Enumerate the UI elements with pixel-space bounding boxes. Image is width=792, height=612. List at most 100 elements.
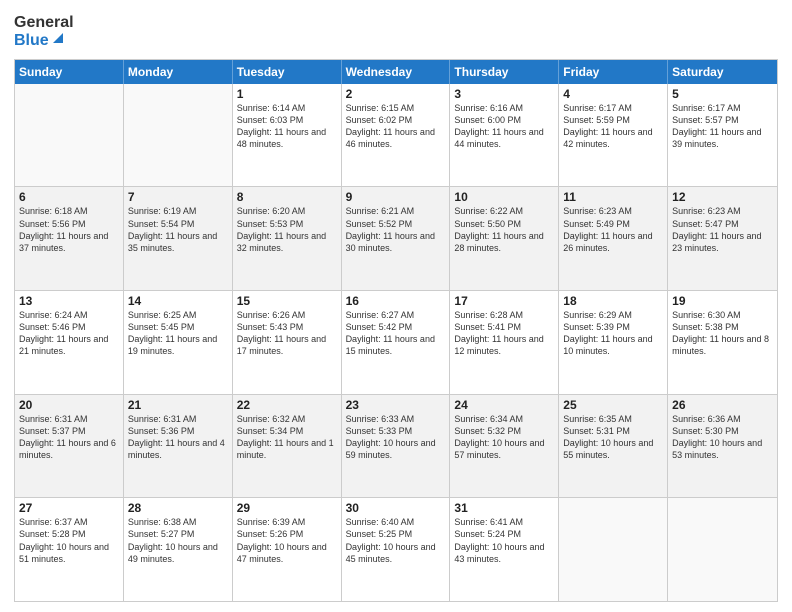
calendar-row-2: 6Sunrise: 6:18 AM Sunset: 5:56 PM Daylig… bbox=[15, 187, 777, 291]
day-number: 25 bbox=[563, 398, 663, 412]
weekday-header-tuesday: Tuesday bbox=[233, 60, 342, 84]
cell-info: Sunrise: 6:35 AM Sunset: 5:31 PM Dayligh… bbox=[563, 413, 663, 462]
header: General Blue bbox=[14, 10, 778, 51]
weekday-header-thursday: Thursday bbox=[450, 60, 559, 84]
calendar-cell: 27Sunrise: 6:37 AM Sunset: 5:28 PM Dayli… bbox=[15, 498, 124, 601]
cell-info: Sunrise: 6:29 AM Sunset: 5:39 PM Dayligh… bbox=[563, 309, 663, 358]
calendar-cell: 22Sunrise: 6:32 AM Sunset: 5:34 PM Dayli… bbox=[233, 395, 342, 498]
day-number: 16 bbox=[346, 294, 446, 308]
calendar-row-3: 13Sunrise: 6:24 AM Sunset: 5:46 PM Dayli… bbox=[15, 291, 777, 395]
day-number: 10 bbox=[454, 190, 554, 204]
cell-info: Sunrise: 6:37 AM Sunset: 5:28 PM Dayligh… bbox=[19, 516, 119, 565]
cell-info: Sunrise: 6:25 AM Sunset: 5:45 PM Dayligh… bbox=[128, 309, 228, 358]
day-number: 7 bbox=[128, 190, 228, 204]
day-number: 15 bbox=[237, 294, 337, 308]
day-number: 24 bbox=[454, 398, 554, 412]
day-number: 5 bbox=[672, 87, 773, 101]
day-number: 29 bbox=[237, 501, 337, 515]
weekday-header-monday: Monday bbox=[124, 60, 233, 84]
cell-info: Sunrise: 6:31 AM Sunset: 5:37 PM Dayligh… bbox=[19, 413, 119, 462]
calendar-cell: 14Sunrise: 6:25 AM Sunset: 5:45 PM Dayli… bbox=[124, 291, 233, 394]
day-number: 14 bbox=[128, 294, 228, 308]
cell-info: Sunrise: 6:23 AM Sunset: 5:49 PM Dayligh… bbox=[563, 205, 663, 254]
calendar-cell: 7Sunrise: 6:19 AM Sunset: 5:54 PM Daylig… bbox=[124, 187, 233, 290]
calendar-cell: 19Sunrise: 6:30 AM Sunset: 5:38 PM Dayli… bbox=[668, 291, 777, 394]
weekday-header-wednesday: Wednesday bbox=[342, 60, 451, 84]
cell-info: Sunrise: 6:24 AM Sunset: 5:46 PM Dayligh… bbox=[19, 309, 119, 358]
cell-info: Sunrise: 6:32 AM Sunset: 5:34 PM Dayligh… bbox=[237, 413, 337, 462]
cell-info: Sunrise: 6:26 AM Sunset: 5:43 PM Dayligh… bbox=[237, 309, 337, 358]
calendar-cell: 15Sunrise: 6:26 AM Sunset: 5:43 PM Dayli… bbox=[233, 291, 342, 394]
cell-info: Sunrise: 6:41 AM Sunset: 5:24 PM Dayligh… bbox=[454, 516, 554, 565]
calendar-cell: 17Sunrise: 6:28 AM Sunset: 5:41 PM Dayli… bbox=[450, 291, 559, 394]
cell-info: Sunrise: 6:34 AM Sunset: 5:32 PM Dayligh… bbox=[454, 413, 554, 462]
calendar-cell: 6Sunrise: 6:18 AM Sunset: 5:56 PM Daylig… bbox=[15, 187, 124, 290]
cell-info: Sunrise: 6:20 AM Sunset: 5:53 PM Dayligh… bbox=[237, 205, 337, 254]
cell-info: Sunrise: 6:27 AM Sunset: 5:42 PM Dayligh… bbox=[346, 309, 446, 358]
cell-info: Sunrise: 6:38 AM Sunset: 5:27 PM Dayligh… bbox=[128, 516, 228, 565]
day-number: 30 bbox=[346, 501, 446, 515]
calendar: SundayMondayTuesdayWednesdayThursdayFrid… bbox=[14, 59, 778, 602]
day-number: 28 bbox=[128, 501, 228, 515]
calendar-row-4: 20Sunrise: 6:31 AM Sunset: 5:37 PM Dayli… bbox=[15, 395, 777, 499]
day-number: 17 bbox=[454, 294, 554, 308]
calendar-cell: 11Sunrise: 6:23 AM Sunset: 5:49 PM Dayli… bbox=[559, 187, 668, 290]
cell-info: Sunrise: 6:28 AM Sunset: 5:41 PM Dayligh… bbox=[454, 309, 554, 358]
day-number: 23 bbox=[346, 398, 446, 412]
day-number: 11 bbox=[563, 190, 663, 204]
day-number: 20 bbox=[19, 398, 119, 412]
cell-info: Sunrise: 6:19 AM Sunset: 5:54 PM Dayligh… bbox=[128, 205, 228, 254]
calendar-cell: 3Sunrise: 6:16 AM Sunset: 6:00 PM Daylig… bbox=[450, 84, 559, 187]
cell-info: Sunrise: 6:16 AM Sunset: 6:00 PM Dayligh… bbox=[454, 102, 554, 151]
cell-info: Sunrise: 6:36 AM Sunset: 5:30 PM Dayligh… bbox=[672, 413, 773, 462]
calendar-cell: 29Sunrise: 6:39 AM Sunset: 5:26 PM Dayli… bbox=[233, 498, 342, 601]
day-number: 22 bbox=[237, 398, 337, 412]
calendar-cell: 12Sunrise: 6:23 AM Sunset: 5:47 PM Dayli… bbox=[668, 187, 777, 290]
weekday-header-sunday: Sunday bbox=[15, 60, 124, 84]
calendar-cell: 2Sunrise: 6:15 AM Sunset: 6:02 PM Daylig… bbox=[342, 84, 451, 187]
day-number: 4 bbox=[563, 87, 663, 101]
calendar-row-1: 1Sunrise: 6:14 AM Sunset: 6:03 PM Daylig… bbox=[15, 84, 777, 188]
calendar-cell: 1Sunrise: 6:14 AM Sunset: 6:03 PM Daylig… bbox=[233, 84, 342, 187]
day-number: 18 bbox=[563, 294, 663, 308]
cell-info: Sunrise: 6:21 AM Sunset: 5:52 PM Dayligh… bbox=[346, 205, 446, 254]
calendar-cell: 8Sunrise: 6:20 AM Sunset: 5:53 PM Daylig… bbox=[233, 187, 342, 290]
calendar-header: SundayMondayTuesdayWednesdayThursdayFrid… bbox=[15, 60, 777, 84]
calendar-cell bbox=[559, 498, 668, 601]
calendar-cell: 16Sunrise: 6:27 AM Sunset: 5:42 PM Dayli… bbox=[342, 291, 451, 394]
cell-info: Sunrise: 6:30 AM Sunset: 5:38 PM Dayligh… bbox=[672, 309, 773, 358]
day-number: 13 bbox=[19, 294, 119, 308]
cell-info: Sunrise: 6:17 AM Sunset: 5:59 PM Dayligh… bbox=[563, 102, 663, 151]
calendar-cell: 21Sunrise: 6:31 AM Sunset: 5:36 PM Dayli… bbox=[124, 395, 233, 498]
calendar-cell: 24Sunrise: 6:34 AM Sunset: 5:32 PM Dayli… bbox=[450, 395, 559, 498]
calendar-cell bbox=[668, 498, 777, 601]
day-number: 31 bbox=[454, 501, 554, 515]
day-number: 1 bbox=[237, 87, 337, 101]
logo-text: General Blue bbox=[14, 14, 74, 51]
calendar-cell: 9Sunrise: 6:21 AM Sunset: 5:52 PM Daylig… bbox=[342, 187, 451, 290]
cell-info: Sunrise: 6:39 AM Sunset: 5:26 PM Dayligh… bbox=[237, 516, 337, 565]
cell-info: Sunrise: 6:14 AM Sunset: 6:03 PM Dayligh… bbox=[237, 102, 337, 151]
calendar-cell: 18Sunrise: 6:29 AM Sunset: 5:39 PM Dayli… bbox=[559, 291, 668, 394]
logo: General Blue bbox=[14, 14, 74, 51]
cell-info: Sunrise: 6:33 AM Sunset: 5:33 PM Dayligh… bbox=[346, 413, 446, 462]
calendar-cell: 10Sunrise: 6:22 AM Sunset: 5:50 PM Dayli… bbox=[450, 187, 559, 290]
calendar-row-5: 27Sunrise: 6:37 AM Sunset: 5:28 PM Dayli… bbox=[15, 498, 777, 601]
cell-info: Sunrise: 6:40 AM Sunset: 5:25 PM Dayligh… bbox=[346, 516, 446, 565]
cell-info: Sunrise: 6:17 AM Sunset: 5:57 PM Dayligh… bbox=[672, 102, 773, 151]
weekday-header-friday: Friday bbox=[559, 60, 668, 84]
calendar-cell: 5Sunrise: 6:17 AM Sunset: 5:57 PM Daylig… bbox=[668, 84, 777, 187]
cell-info: Sunrise: 6:18 AM Sunset: 5:56 PM Dayligh… bbox=[19, 205, 119, 254]
page: General Blue SundayMondayTuesdayWednesda… bbox=[0, 0, 792, 612]
day-number: 6 bbox=[19, 190, 119, 204]
day-number: 26 bbox=[672, 398, 773, 412]
cell-info: Sunrise: 6:15 AM Sunset: 6:02 PM Dayligh… bbox=[346, 102, 446, 151]
calendar-cell: 26Sunrise: 6:36 AM Sunset: 5:30 PM Dayli… bbox=[668, 395, 777, 498]
calendar-cell: 20Sunrise: 6:31 AM Sunset: 5:37 PM Dayli… bbox=[15, 395, 124, 498]
day-number: 19 bbox=[672, 294, 773, 308]
day-number: 9 bbox=[346, 190, 446, 204]
calendar-body: 1Sunrise: 6:14 AM Sunset: 6:03 PM Daylig… bbox=[15, 84, 777, 601]
calendar-cell: 28Sunrise: 6:38 AM Sunset: 5:27 PM Dayli… bbox=[124, 498, 233, 601]
calendar-cell: 13Sunrise: 6:24 AM Sunset: 5:46 PM Dayli… bbox=[15, 291, 124, 394]
day-number: 2 bbox=[346, 87, 446, 101]
